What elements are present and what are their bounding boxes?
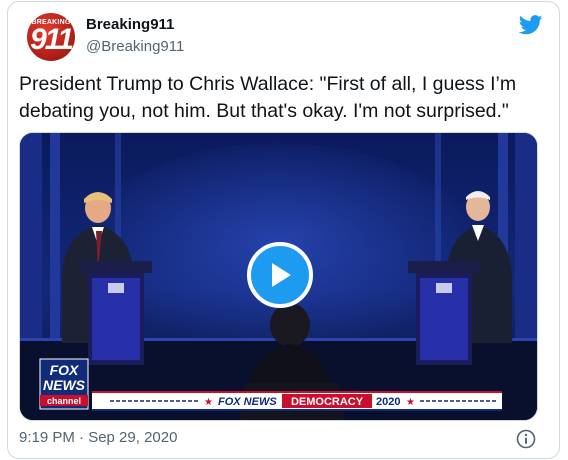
- tweet-timestamp[interactable]: 9:19 PM · Sep 29, 2020: [19, 429, 177, 446]
- info-icon[interactable]: [516, 429, 536, 449]
- twitter-bird-icon[interactable]: [519, 15, 543, 35]
- video-player[interactable]: FOX NEWS channel ★ FOX NEWS DEMOCRACY 20…: [19, 132, 538, 421]
- network-logo-line3: channel: [47, 396, 81, 406]
- tweet-text: President Trump to Chris Wallace: "First…: [19, 73, 517, 122]
- avatar[interactable]: BREAKING 911: [27, 13, 75, 61]
- network-logo-line1: FOX: [50, 362, 80, 378]
- svg-text:★: ★: [204, 397, 213, 408]
- author-name[interactable]: Breaking911: [86, 16, 174, 33]
- author-handle[interactable]: @Breaking911: [86, 38, 184, 55]
- ticker-year: 2020: [376, 396, 400, 408]
- ticker-event: DEMOCRACY: [291, 396, 364, 408]
- svg-text:★: ★: [406, 397, 415, 408]
- play-icon: [272, 263, 291, 287]
- play-button[interactable]: [247, 242, 313, 308]
- avatar-number: 911: [30, 23, 74, 56]
- network-logo-line2: NEWS: [43, 377, 86, 393]
- ticker-network: FOX NEWS: [218, 396, 277, 408]
